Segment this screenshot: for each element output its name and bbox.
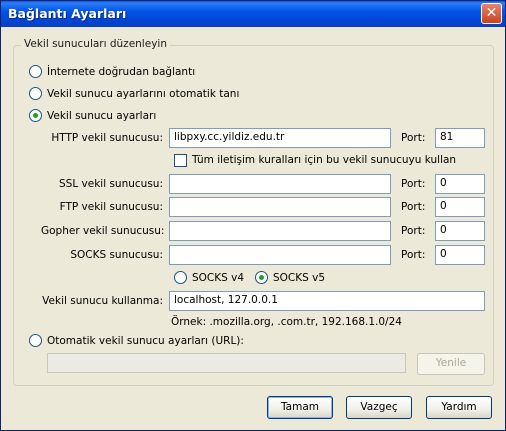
auto-config-label: Otomatik vekil sunucu ayarları (URL):: [47, 334, 244, 347]
reload-label: Yenile: [435, 357, 467, 369]
cancel-button[interactable]: Vazgeç: [346, 396, 412, 419]
auto-detect-option[interactable]: Vekil sunucu ayarlarını otomatik tanı: [29, 87, 239, 100]
ssl-proxy-label: SSL vekil sunucusu:: [59, 178, 163, 190]
manual-radio[interactable]: [29, 109, 42, 122]
help-label: Yardım: [441, 401, 477, 413]
no-proxy-example: Örnek: .mozilla.org, .com.tr, 192.168.1.…: [171, 316, 402, 328]
http-proxy-input[interactable]: libpxy.cc.yildiz.edu.tr: [169, 128, 391, 148]
direct-radio[interactable]: [29, 65, 42, 78]
share-all-checkbox[interactable]: [174, 154, 187, 167]
auto-detect-radio[interactable]: [29, 87, 42, 100]
ok-button[interactable]: Tamam: [267, 396, 333, 419]
auto-config-option[interactable]: Otomatik vekil sunucu ayarları (URL):: [29, 334, 244, 347]
socks-v4-label: SOCKS v4: [192, 271, 245, 284]
reload-button[interactable]: Yenile: [417, 353, 485, 375]
ftp-port-label: Port:: [401, 201, 426, 213]
manual-proxy-option[interactable]: Vekil sunucu ayarları: [29, 109, 156, 122]
http-port-label: Port:: [401, 132, 426, 144]
window-title: Bağlantı Ayarları: [8, 6, 127, 21]
manual-label: Vekil sunucu ayarları: [47, 109, 157, 122]
ok-label: Tamam: [280, 401, 319, 413]
http-port-input[interactable]: 81: [435, 128, 485, 148]
ssl-port-input[interactable]: 0: [435, 174, 485, 194]
socks-v5-label: SOCKS v5: [273, 271, 326, 284]
help-button[interactable]: Yardım: [426, 396, 492, 419]
ssl-proxy-input[interactable]: [169, 174, 391, 194]
socks-v5-radio[interactable]: [255, 271, 268, 284]
auto-detect-label: Vekil sunucu ayarlarını otomatik tanı: [47, 87, 240, 100]
socks-v4-radio[interactable]: [174, 271, 187, 284]
no-proxy-input[interactable]: localhost, 127.0.0.1: [169, 291, 485, 311]
share-all-label: Tüm iletişim kuralları için bu vekil sun…: [192, 154, 457, 166]
ssl-port-label: Port:: [401, 178, 426, 190]
auto-config-radio[interactable]: [29, 334, 42, 347]
no-proxy-label: Vekil sunucu kullanma:: [42, 295, 163, 307]
socks-v4-option[interactable]: SOCKS v4: [174, 271, 244, 284]
ftp-proxy-input[interactable]: [169, 197, 391, 217]
connection-settings-dialog: Bağlantı Ayarları ✕ Vekil sunucuları düz…: [0, 0, 506, 431]
direct-connection-option[interactable]: İnternete doğrudan bağlantı: [29, 65, 195, 78]
close-button[interactable]: ✕: [481, 3, 502, 24]
group-legend: Vekil sunucuları düzenleyin: [21, 38, 170, 50]
gopher-port-label: Port:: [401, 225, 426, 237]
socks-v5-option[interactable]: SOCKS v5: [255, 271, 325, 284]
close-icon: ✕: [485, 5, 498, 21]
direct-label: İnternete doğrudan bağlantı: [47, 65, 196, 78]
gopher-port-input[interactable]: 0: [435, 221, 485, 241]
socks-proxy-input[interactable]: [169, 245, 391, 265]
auto-config-url-input[interactable]: [47, 353, 406, 373]
title-bar[interactable]: Bağlantı Ayarları ✕: [1, 1, 505, 27]
cancel-label: Vazgeç: [360, 401, 398, 413]
gopher-proxy-label: Gopher vekil sunucusu:: [41, 225, 165, 237]
socks-port-input[interactable]: 0: [435, 245, 485, 265]
gopher-proxy-input[interactable]: [169, 221, 391, 241]
socks-proxy-label: SOCKS sunucusu:: [70, 249, 163, 261]
ftp-proxy-label: FTP vekil sunucusu:: [59, 201, 163, 213]
ftp-port-input[interactable]: 0: [435, 197, 485, 217]
socks-port-label: Port:: [401, 249, 426, 261]
http-proxy-label: HTTP vekil sunucusu:: [51, 132, 163, 144]
